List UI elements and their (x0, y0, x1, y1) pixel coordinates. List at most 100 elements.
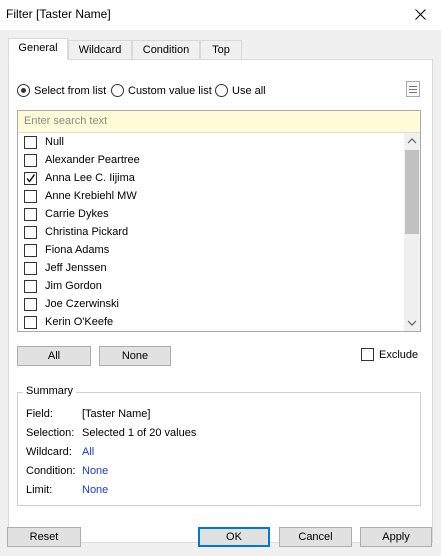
radio-use-all[interactable]: Use all (215, 84, 266, 97)
summary-heading: Summary (23, 385, 77, 397)
select-all-button[interactable]: All (17, 346, 91, 366)
exclude-label: Exclude (379, 348, 419, 361)
checkbox[interactable] (24, 297, 37, 311)
summary-field-row: Field: [Taster Name] (26, 408, 150, 420)
scroll-thumb[interactable] (405, 150, 419, 234)
radio-select-from-list[interactable]: Select from list (17, 84, 106, 97)
radio-use-all-label: Use all (232, 84, 266, 97)
summary-condition-label: Condition: (26, 465, 76, 477)
list-item-label: Alexander Peartree (45, 154, 140, 166)
dialog-body: General Wildcard Condition Top Select fr… (0, 30, 441, 556)
chevron-up-icon (407, 138, 417, 144)
tab-top-label: Top (212, 44, 230, 56)
select-none-button[interactable]: None (99, 346, 171, 366)
apply-button[interactable]: Apply (360, 527, 432, 547)
checkbox[interactable] (24, 225, 37, 239)
summary-wildcard-link[interactable]: All (82, 446, 94, 458)
list-item-label: Carrie Dykes (45, 208, 109, 220)
summary-limit-label: Limit: (26, 484, 53, 496)
summary-wildcard-row: Wildcard: All (26, 446, 94, 458)
scroll-up-button[interactable] (404, 133, 420, 149)
list-item-label: Jeff Jenssen (45, 262, 107, 274)
summary-group: Summary Field: [Taster Name] Selection: Se… (17, 385, 421, 506)
checkbox[interactable] (24, 279, 37, 293)
checkbox[interactable] (24, 207, 37, 221)
list-item[interactable]: Christina Pickard (18, 223, 404, 241)
cancel-button[interactable]: Cancel (279, 527, 352, 547)
tab-wildcard-label: Wildcard (78, 44, 122, 56)
summary-selection-label: Selection: (26, 427, 75, 439)
list-item[interactable]: Joe Czerwinski (18, 295, 404, 313)
close-button[interactable] (401, 0, 441, 30)
value-list: Enter search text Null Alexander Peartre… (17, 110, 421, 332)
radio-custom-value-list-label: Custom value list (128, 84, 212, 97)
window-title: Filter [Taster Name] (6, 7, 111, 21)
checkbox[interactable] (361, 348, 374, 361)
menu-icon-line (409, 92, 417, 93)
radio-unselected-icon (111, 84, 124, 97)
scroll-down-button[interactable] (404, 315, 420, 331)
vertical-scrollbar[interactable] (404, 133, 420, 331)
checkbox[interactable] (24, 243, 37, 257)
search-input[interactable]: Enter search text (18, 111, 420, 133)
value-list-items: Null Alexander Peartree Anna Lee C. Iiji… (18, 133, 404, 331)
tab-top[interactable]: Top (200, 40, 242, 60)
checkmark-icon (26, 173, 36, 183)
list-item-label: Christina Pickard (45, 226, 129, 238)
list-item[interactable]: Fiona Adams (18, 241, 404, 259)
list-item-label: Null (45, 136, 64, 148)
checkbox[interactable] (24, 135, 37, 149)
list-item-label: Anne Krebiehl MW (45, 190, 137, 202)
menu-icon-line (409, 86, 417, 87)
select-all-label: All (47, 350, 61, 362)
summary-selection-value: Selected 1 of 20 values (82, 427, 197, 439)
list-item-label: Kerin O'Keefe (45, 316, 114, 328)
tab-wildcard[interactable]: Wildcard (68, 40, 132, 60)
chevron-down-icon (407, 320, 417, 326)
list-item[interactable]: Alexander Peartree (18, 151, 404, 169)
list-item[interactable]: Null (18, 133, 404, 151)
ok-button[interactable]: OK (198, 527, 270, 547)
tab-condition-label: Condition (142, 44, 190, 56)
list-item-label: Fiona Adams (45, 244, 110, 256)
summary-condition-link[interactable]: None (82, 465, 108, 477)
summary-field-label: Field: (26, 408, 53, 420)
select-none-label: None (121, 350, 149, 362)
tab-general-label: General (18, 42, 58, 54)
checkbox[interactable] (24, 153, 37, 167)
reset-button[interactable]: Reset (7, 527, 81, 547)
list-item[interactable]: Jim Gordon (18, 277, 404, 295)
list-menu-button[interactable] (406, 81, 420, 97)
radio-selected-icon (17, 84, 30, 97)
tab-condition[interactable]: Condition (132, 40, 200, 60)
reset-label: Reset (29, 531, 59, 543)
tab-general[interactable]: General (8, 38, 68, 60)
menu-icon-line (409, 89, 417, 90)
summary-limit-row: Limit: None (26, 484, 108, 496)
exclude-checkbox[interactable]: Exclude (361, 348, 418, 361)
summary-selection-row: Selection: Selected 1 of 20 values (26, 427, 196, 439)
summary-field-value: [Taster Name] (82, 408, 151, 420)
list-item[interactable]: Anna Lee C. Iijima (18, 169, 404, 187)
title-bar: Filter [Taster Name] (0, 0, 441, 30)
checkbox[interactable] (24, 315, 37, 329)
list-item-label: Anna Lee C. Iijima (45, 172, 135, 184)
apply-label: Apply (382, 531, 410, 543)
close-icon (415, 9, 426, 20)
list-item[interactable]: Kerin O'Keefe (18, 313, 404, 331)
list-item-label: Joe Czerwinski (45, 298, 119, 310)
summary-wildcard-label: Wildcard: (26, 446, 72, 458)
summary-limit-link[interactable]: None (82, 484, 108, 496)
list-item-label: Jim Gordon (45, 280, 102, 292)
list-item[interactable]: Jeff Jenssen (18, 259, 404, 277)
checkbox[interactable] (24, 171, 37, 185)
checkbox[interactable] (24, 189, 37, 203)
summary-condition-row: Condition: None (26, 465, 108, 477)
radio-select-from-list-label: Select from list (34, 84, 107, 97)
radio-custom-value-list[interactable]: Custom value list (111, 84, 212, 97)
checkbox[interactable] (24, 261, 37, 275)
cancel-label: Cancel (298, 531, 333, 543)
list-item[interactable]: Anne Krebiehl MW (18, 187, 404, 205)
radio-unselected-icon (215, 84, 228, 97)
list-item[interactable]: Carrie Dykes (18, 205, 404, 223)
